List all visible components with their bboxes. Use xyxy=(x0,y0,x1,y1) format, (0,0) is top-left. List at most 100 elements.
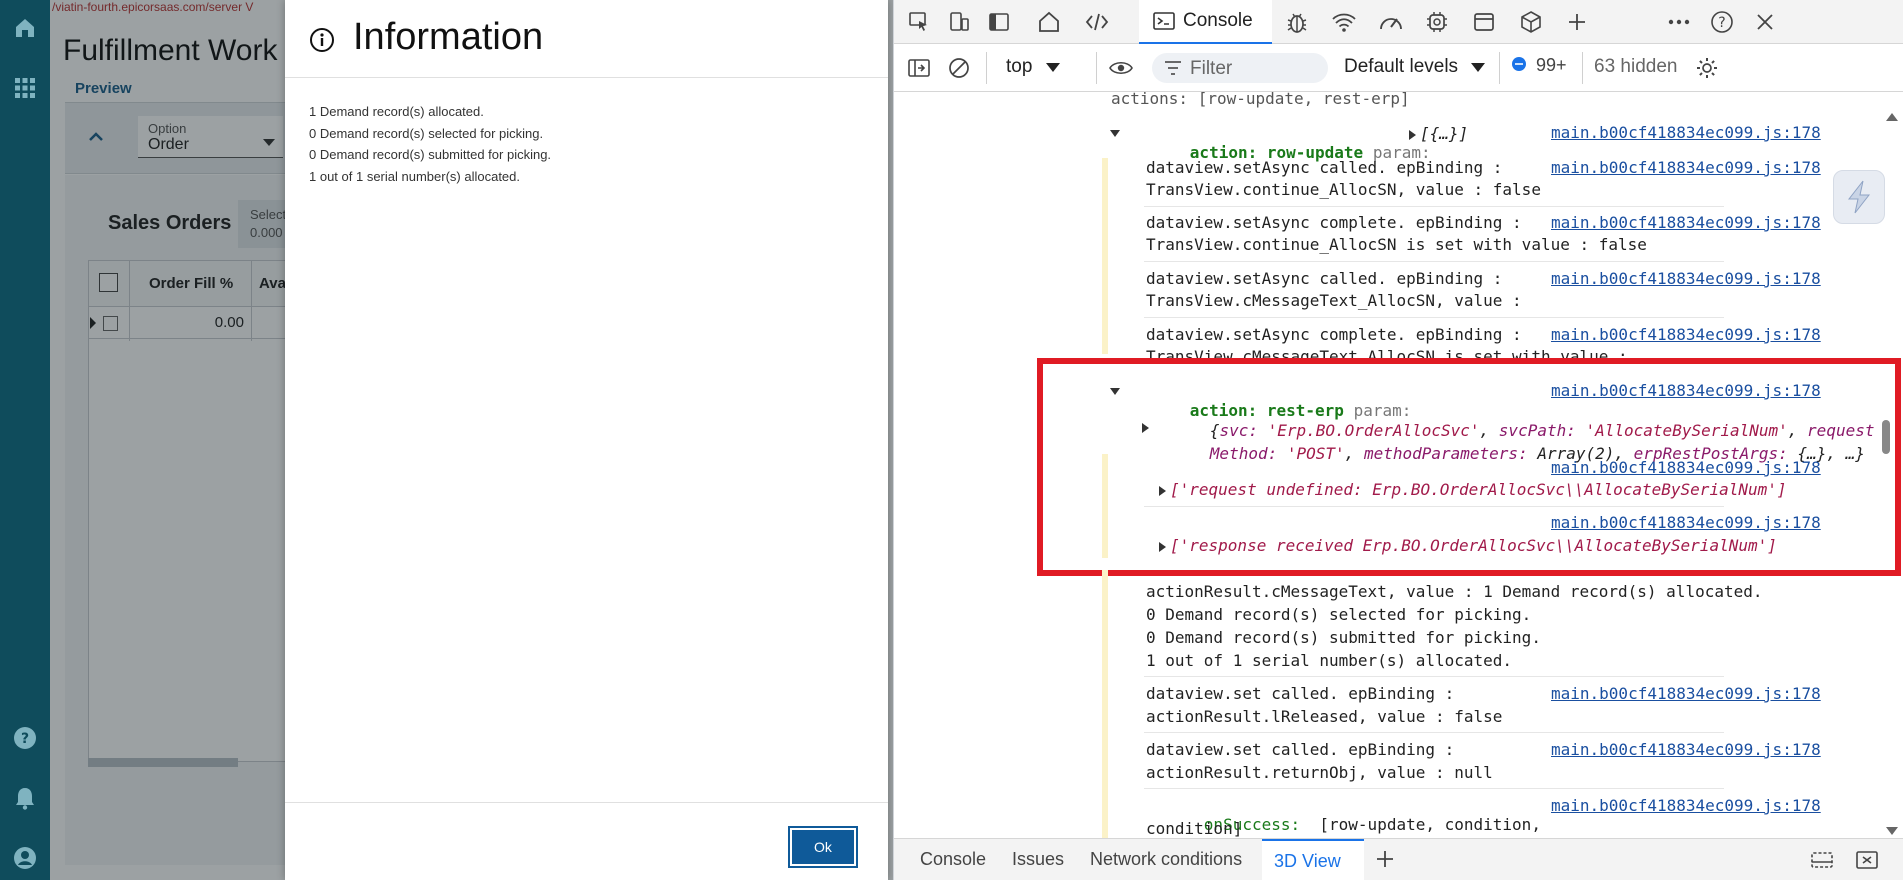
drawer-tab-3d-view-label: 3D View xyxy=(1274,851,1341,871)
console-line: TransView.continue_AllocSN, value : fals… xyxy=(1146,180,1541,199)
source-link[interactable]: main.b00cf418834ec099.js:178 xyxy=(1551,796,1821,815)
dock-side-icon[interactable] xyxy=(986,9,1012,35)
inspect-element-icon[interactable] xyxy=(906,9,932,35)
console-line: TransView.cMessageText_AllocSN, value : xyxy=(1146,291,1522,310)
app-sidebar: ? xyxy=(0,0,50,880)
console-line: actionResult.cMessageText, value : 1 Dem… xyxy=(1146,582,1763,601)
entry-divider xyxy=(1144,788,1724,789)
source-link[interactable]: main.b00cf418834ec099.js:178 xyxy=(1551,213,1821,232)
dock-drawer-icon[interactable] xyxy=(1810,850,1834,875)
filter-placeholder: Filter xyxy=(1190,58,1233,79)
console-line: actionResult.lReleased, value : false xyxy=(1146,707,1503,726)
levels-caret-icon xyxy=(1471,56,1486,78)
console-settings-gear-icon[interactable] xyxy=(1694,55,1720,81)
more-options-ellipsis-icon[interactable] xyxy=(1666,9,1692,35)
information-dialog: Information 1 Demand record(s) allocated… xyxy=(285,0,888,880)
clear-console-icon[interactable] xyxy=(946,55,972,81)
console-line: actionResult.returnObj, value : null xyxy=(1146,763,1493,782)
home-icon[interactable] xyxy=(9,12,41,44)
drawer-tab-network-conditions[interactable]: Network conditions xyxy=(1090,849,1242,870)
red-highlight-annotation xyxy=(1037,358,1901,576)
performance-gauge-icon[interactable] xyxy=(1378,9,1404,35)
toolbar-divider xyxy=(986,52,987,84)
entry-divider xyxy=(1144,732,1724,733)
console-terminal-icon xyxy=(1153,11,1175,31)
vertical-scrollbar-thumb[interactable] xyxy=(1882,420,1890,454)
svg-text:?: ? xyxy=(21,731,29,747)
apps-grid-icon[interactable] xyxy=(9,72,41,104)
application-panel-icon[interactable] xyxy=(1471,9,1497,35)
memory-chip-icon[interactable] xyxy=(1424,9,1450,35)
dialog-message-line: 1 out of 1 serial number(s) allocated. xyxy=(309,168,520,184)
source-link[interactable]: main.b00cf418834ec099.js:178 xyxy=(1551,684,1821,703)
drawer-add-tab-plus-icon[interactable] xyxy=(1376,850,1394,873)
show-sidebar-icon[interactable] xyxy=(906,55,932,81)
group-indent-bar xyxy=(1102,570,1108,838)
drawer-tab-3d-view[interactable]: 3D View xyxy=(1262,839,1364,880)
console-line: TransView.continue_AllocSN is set with v… xyxy=(1146,235,1647,254)
issues-chat-icon xyxy=(1511,56,1527,77)
tab-console-label: Console xyxy=(1183,10,1253,31)
param-object[interactable]: [{…}] xyxy=(1420,124,1468,143)
tab-console[interactable]: Console xyxy=(1139,0,1272,44)
source-link[interactable]: main.b00cf418834ec099.js:178 xyxy=(1551,325,1821,344)
close-devtools-icon[interactable] xyxy=(1752,9,1778,35)
entry-divider xyxy=(1144,676,1724,677)
svg-text:?: ? xyxy=(1718,15,1725,31)
toolbar-divider xyxy=(1499,52,1500,84)
scroll-up-arrow-icon[interactable] xyxy=(1886,106,1898,125)
issues-counter[interactable]: 99+ xyxy=(1511,55,1567,77)
log-levels-value: Default levels xyxy=(1344,56,1459,78)
debugger-bug-icon[interactable] xyxy=(1284,9,1310,35)
entry-divider xyxy=(1144,206,1724,207)
filter-icon xyxy=(1164,61,1182,80)
help-icon[interactable]: ? xyxy=(9,722,41,754)
elements-code-icon[interactable] xyxy=(1084,9,1110,35)
devtools-tab-bar: Console ? xyxy=(894,0,1903,44)
device-toolbar-icon[interactable] xyxy=(946,9,972,35)
console-line: actions: [row-update, rest-erp] xyxy=(1111,92,1410,108)
console-line: condition] xyxy=(1146,819,1243,838)
user-account-icon[interactable] xyxy=(9,842,41,874)
group-indent-bar xyxy=(1102,158,1108,354)
floating-action-icon[interactable] xyxy=(1833,170,1885,224)
context-caret-icon xyxy=(1045,56,1060,78)
welcome-home-icon[interactable] xyxy=(1036,9,1062,35)
drawer-tab-issues[interactable]: Issues xyxy=(1012,849,1064,870)
console-line: 0 Demand record(s) submitted for picking… xyxy=(1146,628,1541,647)
toolbar-divider xyxy=(1096,52,1097,84)
live-expression-eye-icon[interactable] xyxy=(1108,55,1134,81)
console-line: dataview.setAsync called. epBinding : xyxy=(1146,269,1503,288)
issues-count: 99+ xyxy=(1536,55,1567,75)
expand-triangle-icon[interactable] xyxy=(1110,130,1120,137)
toolbar-divider xyxy=(1582,52,1583,84)
help-question-icon[interactable]: ? xyxy=(1709,9,1735,35)
source-link[interactable]: main.b00cf418834ec099.js:178 xyxy=(1551,740,1821,759)
log-levels-dropdown[interactable]: Default levels xyxy=(1344,56,1486,78)
source-link[interactable]: main.b00cf418834ec099.js:178 xyxy=(1551,269,1821,288)
console-messages: actions: [row-update, rest-erp] action: … xyxy=(894,92,1903,838)
context-selector[interactable]: top xyxy=(1006,56,1060,78)
source-link[interactable]: main.b00cf418834ec099.js:178 xyxy=(1551,123,1821,142)
dialog-message: 1 Demand record(s) allocated. 0 Demand r… xyxy=(309,101,551,187)
notifications-bell-icon[interactable] xyxy=(9,782,41,814)
source-link[interactable]: main.b00cf418834ec099.js:178 xyxy=(1551,158,1821,177)
on-success-value: [row-update, condition, xyxy=(1300,815,1541,834)
scroll-down-arrow-icon[interactable] xyxy=(1886,820,1898,838)
dialog-message-line: 0 Demand record(s) selected for picking. xyxy=(309,125,544,141)
expand-triangle-icon[interactable] xyxy=(1409,130,1416,140)
filter-input[interactable]: Filter xyxy=(1152,53,1328,83)
network-wifi-icon[interactable] xyxy=(1331,9,1357,35)
console-line: dataview.setAsync called. epBinding : xyxy=(1146,158,1503,177)
console-line: dataview.set called. epBinding : xyxy=(1146,684,1455,703)
console-line: dataview.setAsync complete. epBinding : xyxy=(1146,325,1522,344)
ok-button[interactable]: Ok xyxy=(788,826,858,868)
3d-cube-icon[interactable] xyxy=(1518,9,1544,35)
drawer-tab-console[interactable]: Console xyxy=(920,849,986,870)
dialog-footer: Ok xyxy=(285,802,888,880)
more-tabs-plus-icon[interactable] xyxy=(1564,9,1590,35)
info-icon xyxy=(309,27,335,53)
devtools-panel: Console ? top Filter Default levels 99+ … xyxy=(893,0,1903,880)
close-drawer-icon[interactable] xyxy=(1856,850,1878,875)
dialog-header: Information xyxy=(285,0,888,78)
